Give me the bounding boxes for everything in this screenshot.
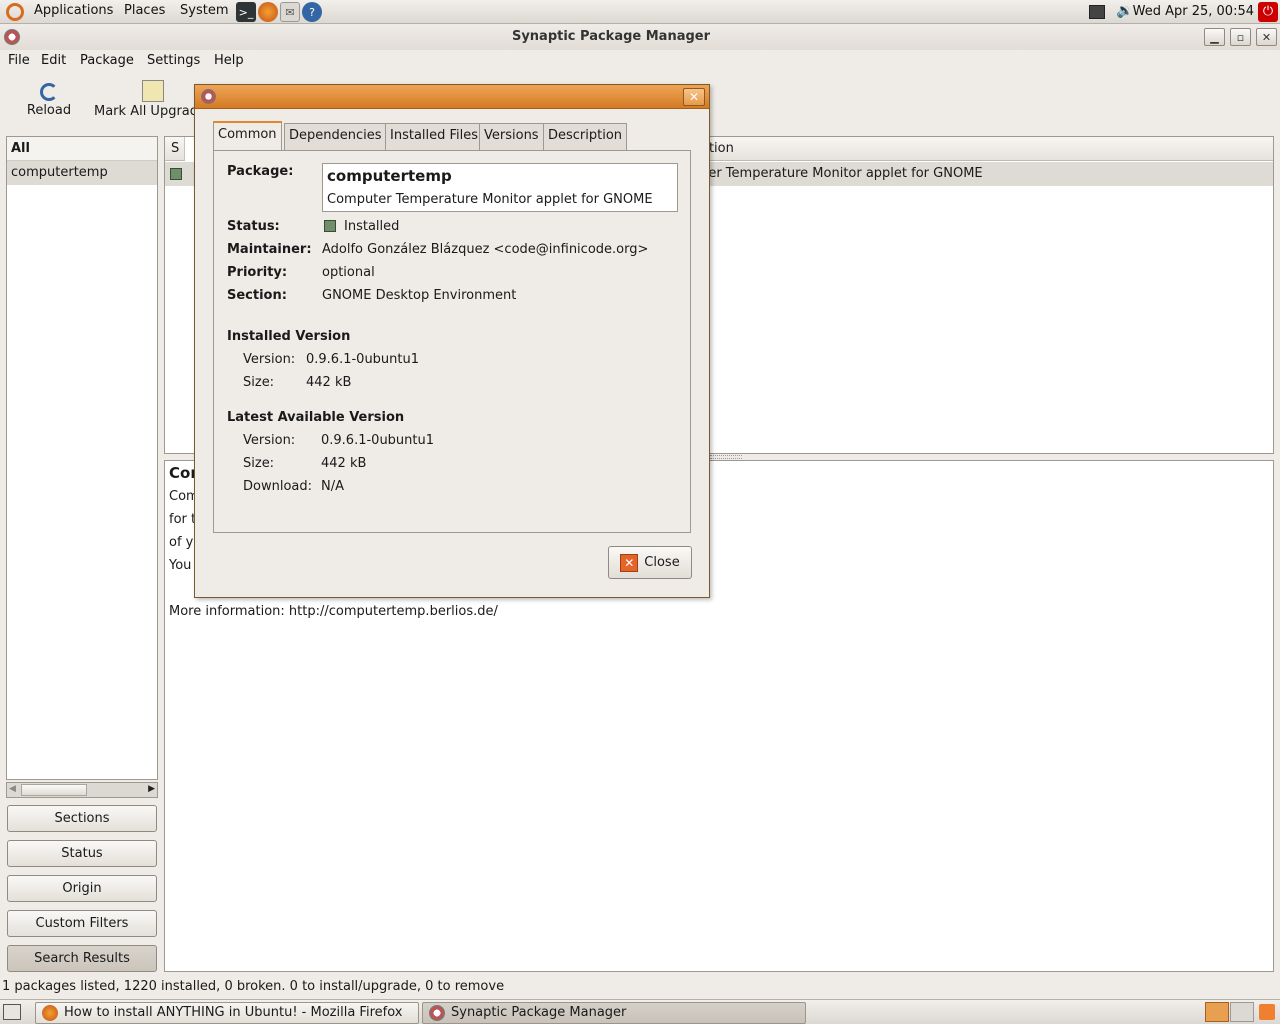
- bottom-panel: How to install ANYTHING in Ubuntu! - Moz…: [0, 999, 1280, 1024]
- ubuntu-logo-icon[interactable]: [6, 3, 24, 21]
- taskbar-synaptic[interactable]: Synaptic Package Manager: [422, 1002, 806, 1024]
- installed-status-icon[interactable]: [170, 168, 182, 180]
- menu-file[interactable]: File: [8, 53, 30, 68]
- scroll-right-icon[interactable]: ▶: [148, 784, 155, 794]
- taskbar-synaptic-label: Synaptic Package Manager: [451, 1005, 627, 1020]
- clock[interactable]: Wed Apr 25, 00:54: [1133, 4, 1254, 19]
- filter-item-computertemp[interactable]: computertemp: [7, 161, 157, 185]
- menu-package[interactable]: Package: [80, 53, 134, 68]
- maintainer-value: Adolfo González Blázquez <code@infinicod…: [322, 242, 649, 257]
- reload-label: Reload: [26, 103, 72, 118]
- menu-settings[interactable]: Settings: [147, 53, 200, 68]
- tab-description[interactable]: Description: [543, 123, 628, 150]
- taskbar-firefox[interactable]: How to install ANYTHING in Ubuntu! - Moz…: [35, 1002, 419, 1024]
- mark-upgrades-icon: [142, 80, 164, 102]
- tab-versions[interactable]: Versions: [479, 123, 544, 150]
- close-button-label: Close: [644, 555, 680, 570]
- dialog-close-icon[interactable]: ✕: [683, 88, 705, 106]
- synaptic-app-icon: [429, 1005, 445, 1021]
- menu-help[interactable]: Help: [214, 53, 244, 68]
- workspace-1-icon[interactable]: [1205, 1002, 1229, 1022]
- filter-list-header[interactable]: All: [7, 137, 157, 161]
- places-menu[interactable]: Places: [124, 3, 165, 18]
- show-desktop-icon[interactable]: [3, 1004, 21, 1020]
- menubar: File Edit Package Settings Help: [0, 50, 1280, 74]
- package-name: computertemp: [327, 167, 452, 185]
- package-label: Package:: [227, 164, 294, 179]
- installed-version-heading: Installed Version: [227, 329, 351, 344]
- terminal-icon[interactable]: >_: [236, 2, 256, 22]
- latest-version-label: Version:: [243, 433, 296, 448]
- more-information-text: More information: http://computertemp.be…: [169, 604, 498, 619]
- statusbar: 1 packages listed, 1220 installed, 0 bro…: [2, 979, 505, 994]
- tab-common[interactable]: Common: [213, 121, 282, 151]
- tab-installed-files[interactable]: Installed Files: [385, 123, 484, 150]
- filter-list[interactable]: All computertemp: [6, 136, 158, 780]
- taskbar-firefox-label: How to install ANYTHING in Ubuntu! - Moz…: [64, 1005, 403, 1020]
- help-icon[interactable]: ?: [302, 2, 322, 22]
- power-icon[interactable]: ⏻: [1258, 2, 1278, 22]
- sections-button[interactable]: Sections: [7, 805, 157, 832]
- status-label: Status:: [227, 219, 280, 234]
- package-row-description: uter Temperature Monitor applet for GNOM…: [695, 166, 983, 181]
- installed-version-label: Version:: [243, 352, 296, 367]
- section-value: GNOME Desktop Environment: [322, 288, 517, 303]
- close-window-button[interactable]: ✕: [1256, 28, 1277, 46]
- latest-version-value: 0.9.6.1-0ubuntu1: [321, 433, 435, 448]
- package-properties-dialog: ✕ Common Dependencies Installed Files Ve…: [194, 84, 710, 598]
- scroll-thumb[interactable]: [21, 784, 87, 796]
- priority-label: Priority:: [227, 265, 288, 280]
- volume-icon[interactable]: 🔉: [1116, 3, 1133, 19]
- mark-all-upgrades-button[interactable]: Mark All Upgrad: [92, 76, 196, 119]
- installed-version-value: 0.9.6.1-0ubuntu1: [306, 352, 420, 367]
- custom-filters-button[interactable]: Custom Filters: [7, 910, 157, 937]
- scroll-left-icon[interactable]: ◀: [9, 784, 16, 794]
- latest-version-heading: Latest Available Version: [227, 410, 405, 425]
- origin-button[interactable]: Origin: [7, 875, 157, 902]
- installed-size-label: Size:: [243, 375, 275, 390]
- minimize-button[interactable]: ▁: [1204, 28, 1225, 46]
- menu-edit[interactable]: Edit: [41, 53, 66, 68]
- synaptic-app-icon: [201, 89, 216, 104]
- maximize-button[interactable]: ▫: [1230, 28, 1251, 46]
- column-status-header[interactable]: S: [165, 137, 185, 161]
- window-title: Synaptic Package Manager: [511, 29, 711, 44]
- network-icon[interactable]: [1089, 5, 1105, 19]
- installed-status-icon: [324, 220, 336, 232]
- column-description-header[interactable]: otion: [695, 137, 1273, 161]
- latest-size-label: Size:: [243, 456, 275, 471]
- filter-hscrollbar[interactable]: ◀ ▶: [6, 782, 158, 798]
- package-info-box: computertemp Computer Temperature Monito…: [322, 163, 678, 212]
- workspace-2-icon[interactable]: [1230, 1002, 1254, 1022]
- tab-dependencies[interactable]: Dependencies: [284, 123, 387, 150]
- status-value: Installed: [344, 219, 400, 234]
- pane-splitter[interactable]: [710, 455, 742, 459]
- latest-size-value: 442 kB: [321, 456, 367, 471]
- mark-all-label: Mark All Upgrad: [94, 104, 196, 119]
- maintainer-label: Maintainer:: [227, 242, 312, 257]
- package-summary: Computer Temperature Monitor applet for …: [327, 192, 653, 207]
- trash-icon[interactable]: [1259, 1004, 1275, 1020]
- firefox-icon: [42, 1005, 58, 1021]
- mail-icon[interactable]: ✉: [280, 2, 300, 22]
- close-button[interactable]: ✕ Close: [608, 546, 692, 579]
- dialog-titlebar: ✕: [195, 85, 709, 109]
- system-menu[interactable]: System: [180, 3, 228, 18]
- reload-button[interactable]: Reload: [24, 76, 74, 118]
- description-line: for t: [169, 512, 197, 527]
- search-results-button[interactable]: Search Results: [7, 945, 157, 972]
- section-label: Section:: [227, 288, 287, 303]
- applications-menu[interactable]: Applications: [34, 3, 113, 18]
- status-button[interactable]: Status: [7, 840, 157, 867]
- firefox-icon[interactable]: [258, 2, 278, 22]
- installed-size-value: 442 kB: [306, 375, 352, 390]
- window-titlebar: Synaptic Package Manager ▁ ▫ ✕: [0, 24, 1280, 50]
- top-panel: Applications Places System >_ ✉ ? 🔉 Wed …: [0, 0, 1280, 24]
- priority-value: optional: [322, 265, 375, 280]
- close-icon: ✕: [620, 553, 639, 572]
- download-value: N/A: [321, 479, 344, 494]
- download-label: Download:: [243, 479, 312, 494]
- reload-icon: [40, 83, 58, 101]
- description-line: You: [169, 558, 192, 573]
